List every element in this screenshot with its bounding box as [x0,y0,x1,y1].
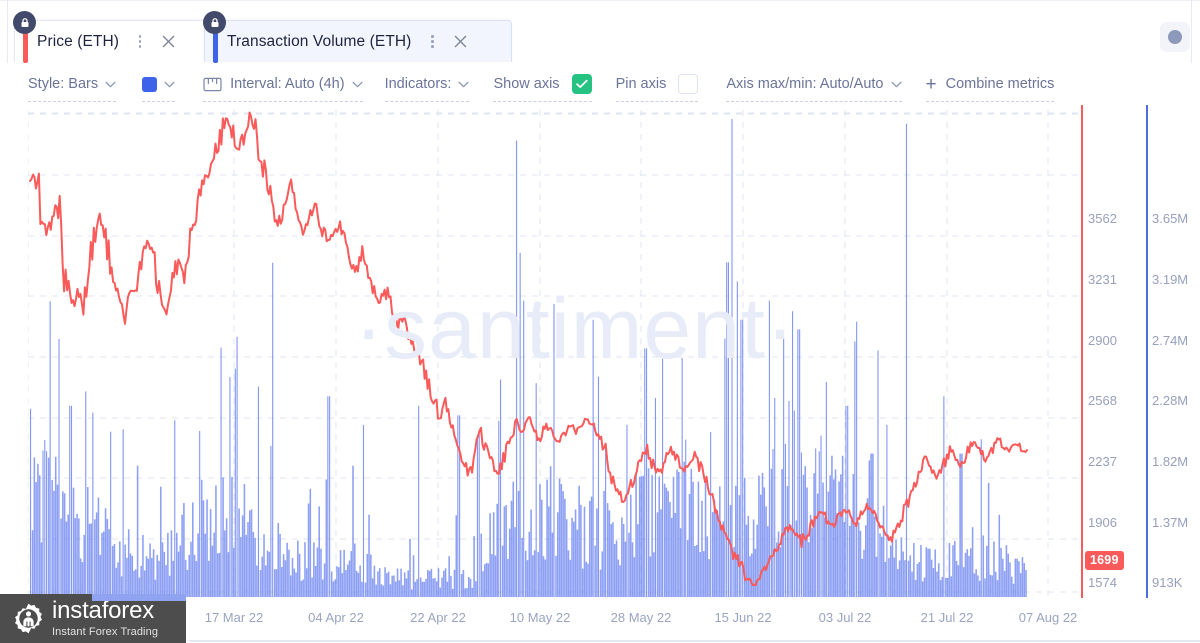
interval-selector[interactable]: Interval: Auto (4h) [203,71,364,102]
color-selector[interactable] [142,71,176,102]
chevron-down-icon-axis-minmax [890,81,902,88]
volume-tick-4: 1.82M [1152,454,1189,469]
x-tick-3: 10 May 22 [509,610,571,625]
price-tick-6: 1574 [1088,575,1117,590]
x-tick-2: 22 Apr 22 [410,610,466,625]
x-tick-5: 15 Jun 22 [714,610,772,625]
chevron-down-icon-color [164,81,175,88]
combine-metrics-label: Combine metrics [945,76,1055,92]
x-tick-7: 21 Jul 22 [920,610,974,625]
santiment-chart-app: Price (ETH) Transaction Volume (ETH) Sty… [0,0,1200,643]
volume-tick-0: 3.65M [1152,211,1189,226]
color-swatch-icon [142,76,158,92]
price-tick-5: 1906 [1088,515,1117,530]
volume-tick-6: 913K [1152,575,1183,590]
x-tick-0: 17 Mar 22 [204,610,264,625]
price-tick-1: 3231 [1088,272,1117,287]
plus-icon: + [925,73,937,95]
volume-tick-5: 1.37M [1152,515,1189,530]
show-axis-toggle[interactable]: Show axis [493,71,592,102]
pin-axis-label: Pin axis [615,76,667,92]
combine-metrics-button[interactable]: + Combine metrics [925,71,1055,102]
logo-accent-bar [92,594,186,601]
chart-settings-button[interactable] [1160,22,1190,52]
x-tick-4: 28 May 22 [610,610,672,625]
axis-minmax-label: Axis max/min: Auto/Auto [726,76,884,92]
price-tick-2: 2900 [1088,333,1117,348]
lock-icon-volume [203,11,226,34]
instaforex-logo: instaforex Instant Forex Trading [0,594,186,643]
x-tick-6: 03 Jul 22 [818,610,872,625]
indicators-label: Indicators: [384,76,452,92]
style-label: Style: Bars [28,76,99,92]
show-axis-checkbox[interactable] [571,74,592,94]
tab-close-icon-price[interactable] [159,33,177,51]
pin-axis-checkbox[interactable] [678,74,699,94]
price-current-value: 1699 [1085,551,1124,570]
metric-tabs: Price (ETH) Transaction Volume (ETH) [0,8,1200,63]
logo-name: instaforex [52,597,155,624]
tab-label-volume: Transaction Volume (ETH) [227,32,412,50]
settings-dot-icon [1168,30,1182,44]
instaforex-wordmark: instaforex Instant Forex Trading [52,599,158,638]
axis-minmax-selector[interactable]: Axis max/min: Auto/Auto [726,71,902,102]
price-tick-3: 2568 [1088,393,1117,408]
tab-price-eth[interactable]: Price (ETH) [13,11,214,63]
chevron-down-icon-interval [352,81,363,88]
tab-close-icon-volume[interactable] [451,33,469,51]
chart-toolbar: Style: Bars Interval: Auto (4h) Indicato… [0,63,1200,105]
bottom-scrollbar[interactable] [190,640,1200,642]
pin-axis-toggle[interactable]: Pin axis [615,71,699,102]
interval-label: Interval: Auto (4h) [230,76,345,92]
lock-icon-price [13,11,36,34]
show-axis-label: Show axis [493,76,560,92]
logo-tagline: Instant Forex Trading [52,626,159,638]
axis-tick-labels: 356232312900256822371906157412439123.65M… [0,105,1200,603]
volume-tick-2: 2.74M [1152,333,1189,348]
tab-transaction-volume-eth[interactable]: Transaction Volume (ETH) [203,11,512,63]
volume-tick-3: 2.28M [1152,393,1189,408]
x-tick-1: 04 Apr 22 [308,610,364,625]
tab-menu-icon-volume[interactable] [425,33,439,51]
instaforex-gear-icon [15,603,42,634]
chevron-down-icon-style [105,81,116,88]
chevron-down-icon-indicators [458,81,469,88]
volume-tick-1: 3.19M [1152,272,1189,287]
x-tick-8: 07 Aug 22 [1018,610,1078,625]
tab-label-price: Price (ETH) [37,32,120,50]
tab-menu-icon-price[interactable] [133,33,147,51]
style-selector[interactable]: Style: Bars [28,71,117,102]
indicators-selector[interactable]: Indicators: [384,71,470,102]
chart-canvas[interactable]: ·santiment· 3562 3231 2900 2568 2237 1906 1574… [0,105,1200,603]
price-tick-0: 3562 [1088,211,1117,226]
price-tick-4: 2237 [1088,454,1117,469]
window-top-hairline [0,0,1200,1]
interval-bars-icon [203,76,230,92]
